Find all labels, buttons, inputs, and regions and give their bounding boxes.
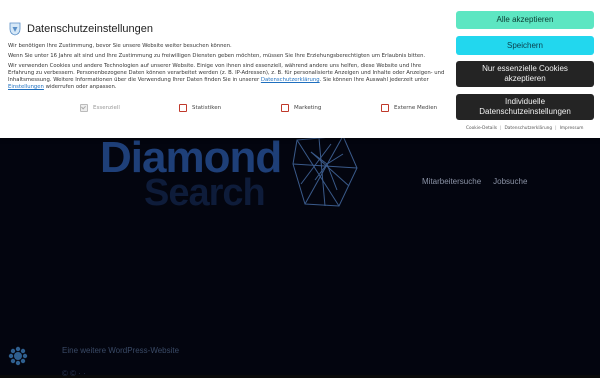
- banner-title: Datenschutzeinstellungen: [27, 23, 153, 35]
- consent-text-part-3: widerrufen oder anpassen.: [45, 84, 117, 90]
- banner-footer-links: Cookie-Details | Datenschutzerklärung | …: [466, 126, 583, 132]
- checkbox-statistiken[interactable]: Statistiken: [179, 104, 221, 112]
- link-separator: |: [555, 126, 557, 131]
- consent-paragraph-1: Wir benötigen Ihre Zustimmung, bevor Sie…: [8, 43, 232, 49]
- settings-link[interactable]: Einstellungen: [8, 84, 44, 90]
- checkbox-essenziell-box: [80, 104, 88, 112]
- nav-item-mitarbeitersuche[interactable]: Mitarbeitersuche: [422, 177, 481, 187]
- banner-description: Wir benötigen Ihre Zustimmung, bevor Sie…: [8, 43, 448, 94]
- checkbox-marketing-label: Marketing: [294, 104, 322, 111]
- checkbox-essenziell-label: Essenziell: [93, 104, 120, 111]
- privacy-policy-footer-link[interactable]: Datenschutzerklärung: [504, 126, 552, 132]
- privacy-settings-icon[interactable]: [8, 346, 28, 366]
- cookie-consent-banner: Datenschutzeinstellungen Wir benötigen I…: [0, 0, 600, 138]
- link-separator: |: [500, 126, 502, 131]
- logo-word-search: Search: [144, 172, 266, 214]
- checkbox-externe-medien-box[interactable]: [381, 104, 389, 112]
- cookie-details-link[interactable]: Cookie-Details: [466, 126, 497, 132]
- consent-paragraph-3: Wir verwenden Cookies und andere Technol…: [8, 63, 448, 91]
- site-footer-text: © © · ·: [62, 369, 86, 378]
- shield-diamond-icon: [9, 22, 21, 36]
- checkbox-statistiken-label: Statistiken: [192, 104, 222, 111]
- diamond-gem-icon: [292, 135, 358, 207]
- site-logo[interactable]: Diamond Search: [100, 136, 282, 214]
- checkbox-marketing-box[interactable]: [281, 104, 289, 112]
- checkbox-externe-medien-label: Externe Medien: [394, 104, 438, 111]
- imprint-link[interactable]: Impressum: [560, 126, 584, 132]
- save-button[interactable]: Speichern: [456, 36, 594, 55]
- banner-header: Datenschutzeinstellungen: [8, 22, 153, 36]
- nav-item-jobsuche[interactable]: Jobsuche: [493, 177, 527, 187]
- consent-text-part-2: . Sie können Ihre Auswahl jederzeit unte…: [319, 77, 429, 83]
- site-tagline: Eine weitere WordPress-Website: [62, 346, 180, 355]
- accept-all-button[interactable]: Alle akzeptieren: [456, 11, 594, 29]
- checkbox-essenziell: Essenziell: [80, 104, 120, 112]
- checkbox-statistiken-box[interactable]: [179, 104, 187, 112]
- privacy-policy-link[interactable]: Datenschutzerklärung: [261, 77, 320, 83]
- checkbox-marketing[interactable]: Marketing: [281, 104, 321, 112]
- individual-privacy-settings-button[interactable]: Individuelle Datenschutzeinstellungen: [456, 94, 594, 120]
- accept-essential-only-button[interactable]: Nur essenzielle Cookies akzeptieren: [456, 61, 594, 87]
- site-navigation: Mitarbeitersuche Jobsuche: [422, 177, 527, 187]
- checkbox-externe-medien[interactable]: Externe Medien: [381, 104, 437, 112]
- consent-paragraph-2: Wenn Sie unter 16 Jahre alt sind und Ihr…: [8, 53, 426, 59]
